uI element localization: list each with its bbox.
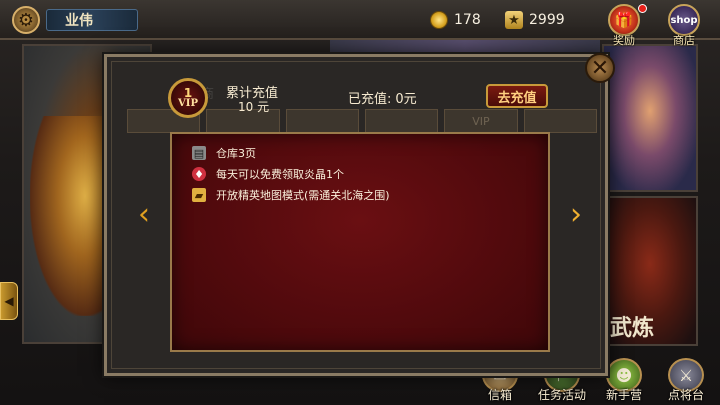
top-bar: ⚙ 业伟 178 ★ 2999 🎁 奖励 shop 商店 (0, 0, 720, 47)
next-page-arrow-icon[interactable]: › (568, 192, 584, 236)
perk-text: 每天可以免费领取炎晶1个 (216, 168, 344, 181)
close-icon[interactable]: ✕ (585, 53, 615, 83)
gold-value: 178 (454, 12, 481, 28)
reward-button[interactable]: 🎁 奖励 (604, 4, 647, 48)
perk-text: 仓库3页 (216, 147, 256, 160)
side-expand-arrow-icon[interactable]: ◀ (0, 282, 18, 320)
charged-value: 0元 (395, 92, 417, 107)
star-value: 2999 (529, 12, 565, 28)
vip-text: VIP (178, 98, 198, 109)
ghost-tab (523, 109, 597, 133)
hero-card-right-top[interactable] (602, 44, 698, 192)
perk-item: ▰ 开放精英地图模式(需通关北海之围) (192, 186, 390, 204)
general-label: 点将台 (667, 388, 704, 402)
mail-label: 信箱 (487, 388, 512, 402)
previous-page-arrow-icon[interactable]: ‹ (136, 192, 152, 236)
warehouse-icon: ▤ (192, 146, 206, 160)
perk-item: ♦ 每天可以免费领取炎晶1个 (192, 165, 344, 183)
charged-label: 已充值: (348, 92, 392, 107)
cumulative-recharge-value: 10 元 (238, 100, 270, 114)
notification-dot (638, 4, 647, 13)
perk-text: 开放精英地图模式(需通关北海之围) (216, 189, 390, 202)
player-name[interactable]: 业伟 (46, 9, 138, 31)
general-button[interactable]: ⚔ 点将台 (658, 358, 714, 405)
charged-amount: 已充值: 0元 (348, 88, 417, 107)
ghost-tab-vip: VIP (444, 109, 518, 133)
perk-item: ▤ 仓库3页 (192, 144, 256, 162)
map-icon: ▰ (192, 188, 206, 202)
settings-gear-icon[interactable]: ⚙ (12, 6, 40, 34)
shop-button[interactable]: shop 商店 (664, 4, 704, 48)
recharge-button[interactable]: 去充值 (486, 84, 548, 108)
hero-card-right-bottom[interactable]: 武炼 (602, 196, 698, 346)
star-icon: ★ (505, 11, 523, 29)
shop-label: 商店 (673, 34, 695, 47)
newbie-label: 新手营 (605, 388, 642, 402)
star-counter: ★ 2999 (505, 9, 565, 31)
ghost-tab (364, 109, 439, 133)
ghost-tab (285, 109, 359, 133)
vip-perks-panel: ▤ 仓库3页 ♦ 每天可以免费领取炎晶1个 ▰ 开放精英地图模式(需通关北海之围… (170, 132, 550, 352)
hero-card-right-calligraphy: 武炼 (610, 315, 655, 341)
gem-icon: ♦ (192, 167, 206, 181)
gold-coin-icon (430, 11, 448, 29)
gold-counter: 178 (430, 9, 481, 31)
reward-label: 奖励 (613, 34, 635, 47)
vip-level-badge: 1 VIP (168, 78, 208, 118)
task-label: 任务活动 (537, 388, 586, 402)
